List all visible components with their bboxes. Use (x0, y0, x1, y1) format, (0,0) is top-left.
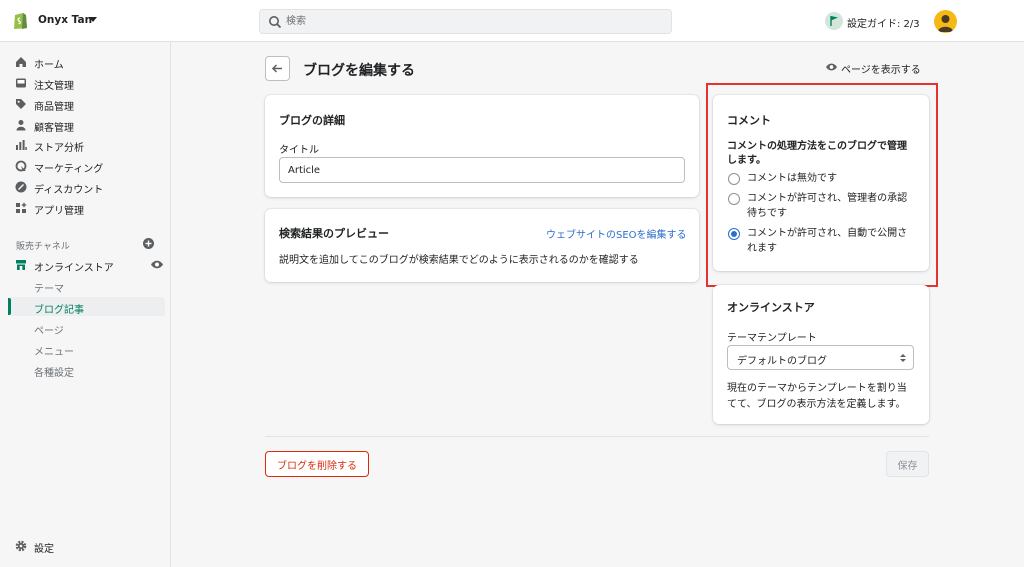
sidebar-item-label: マーケティング (34, 164, 104, 175)
sidebar-item-settings[interactable]: 設定 (8, 536, 165, 555)
sidebar-subitem-label: ブログ記事 (34, 305, 84, 316)
user-avatar-icon (938, 15, 953, 32)
caret-down-icon[interactable] (89, 17, 97, 22)
search-bar[interactable] (259, 9, 672, 34)
sidebar-subitem-blog-posts[interactable]: ブログ記事 (8, 297, 165, 316)
select-value: デフォルトのブログ (737, 356, 827, 367)
seo-preview-title: 検索結果のプレビュー (279, 227, 389, 240)
edit-seo-link[interactable]: ウェブサイトのSEOを編集する (546, 226, 687, 241)
view-page-label: ページを表示する (841, 65, 921, 76)
sidebar-item-discounts[interactable]: ディスカウント (8, 177, 165, 196)
marketing-icon (15, 160, 27, 172)
sidebar: ホーム 注文管理 商品管理 顧客管理 ストア分析 マーケティング ディスカウント… (0, 42, 171, 567)
sidebar-subitem-label: 各種設定 (34, 368, 74, 379)
sidebar-item-analytics[interactable]: ストア分析 (8, 135, 165, 154)
template-help-line1: 現在のテーマからテンプレートを割り当 (727, 383, 907, 394)
apps-icon (16, 202, 27, 213)
orders-icon (16, 78, 26, 88)
search-icon (269, 16, 282, 29)
seo-preview-card: 検索結果のプレビュー ウェブサイトのSEOを編集する 説明文を追加してこのブログ… (265, 209, 699, 282)
sidebar-subitem-pages[interactable]: ページ (8, 318, 165, 337)
sidebar-item-marketing[interactable]: マーケティング (8, 156, 165, 175)
sidebar-item-home[interactable]: ホーム (8, 52, 165, 71)
sidebar-item-customers[interactable]: 顧客管理 (8, 115, 165, 134)
seo-description: 説明文を追加してこのブログが検索結果でどのように表示されるのかを確認する (279, 255, 639, 266)
sidebar-subitem-label: テーマ (34, 284, 64, 295)
annotation-highlight-box (706, 83, 938, 287)
store-name[interactable]: Onyx Tan (38, 14, 92, 26)
title-input[interactable] (279, 157, 685, 183)
divider (265, 436, 929, 437)
sidebar-item-online-store[interactable]: オンラインストア (8, 255, 165, 274)
arrow-left-icon (271, 64, 282, 73)
title-label: タイトル (279, 145, 319, 156)
eye-icon[interactable] (150, 259, 164, 270)
sidebar-item-label: 顧客管理 (34, 123, 74, 134)
search-input[interactable] (286, 10, 666, 33)
setup-guide-label: 設定ガイド: 2/3 (847, 19, 920, 30)
shopify-logo-icon[interactable] (12, 11, 28, 30)
gear-icon (15, 540, 27, 552)
sidebar-item-label: 商品管理 (34, 102, 74, 113)
blog-details-card: ブログの詳細 タイトル (265, 95, 699, 197)
top-bar: Onyx Tan 設定ガイド: 2/3 (0, 0, 1024, 42)
theme-template-select[interactable]: デフォルトのブログ (727, 345, 914, 370)
store-icon (16, 260, 26, 270)
eye-icon (826, 63, 837, 71)
sidebar-item-label: 注文管理 (34, 81, 74, 92)
tag-icon (16, 99, 26, 109)
person-icon (16, 120, 26, 131)
discount-icon (15, 181, 27, 193)
flag-icon (825, 12, 843, 30)
add-channel-icon[interactable] (143, 238, 154, 249)
online-store-title: オンラインストア (727, 301, 815, 314)
sidebar-item-apps[interactable]: アプリ管理 (8, 198, 165, 217)
sidebar-item-orders[interactable]: 注文管理 (8, 73, 165, 92)
template-help-line2: てて、ブログの表示方法を定義します。 (727, 399, 906, 410)
sidebar-subitem-label: メニュー (34, 347, 74, 358)
sidebar-item-label: アプリ管理 (34, 206, 84, 217)
delete-blog-button[interactable]: ブログを削除する (265, 451, 369, 477)
blog-details-title: ブログの詳細 (279, 114, 345, 127)
sidebar-subitem-preferences[interactable]: 各種設定 (8, 360, 165, 379)
sidebar-item-label: ホーム (34, 60, 64, 71)
sidebar-item-label: ストア分析 (34, 143, 84, 154)
back-button[interactable] (265, 56, 290, 81)
avatar[interactable] (934, 10, 957, 33)
template-label: テーマテンプレート (727, 333, 817, 344)
sidebar-subitem-navigation[interactable]: メニュー (8, 339, 165, 358)
sidebar-subitem-themes[interactable]: テーマ (8, 276, 165, 295)
sales-channels-heading: 販売チャネル (16, 242, 70, 252)
select-arrows-icon (900, 354, 906, 362)
sidebar-subitem-label: ページ (34, 326, 64, 337)
home-icon (16, 57, 26, 67)
sidebar-item-label: ディスカウント (34, 185, 104, 196)
analytics-icon (16, 140, 27, 150)
sidebar-item-products[interactable]: 商品管理 (8, 94, 165, 113)
active-indicator (8, 298, 11, 315)
save-button[interactable]: 保存 (886, 451, 929, 477)
page-title: ブログを編集する (303, 63, 415, 79)
sidebar-item-label: 設定 (34, 544, 54, 555)
sidebar-item-label: オンラインストア (34, 263, 114, 274)
